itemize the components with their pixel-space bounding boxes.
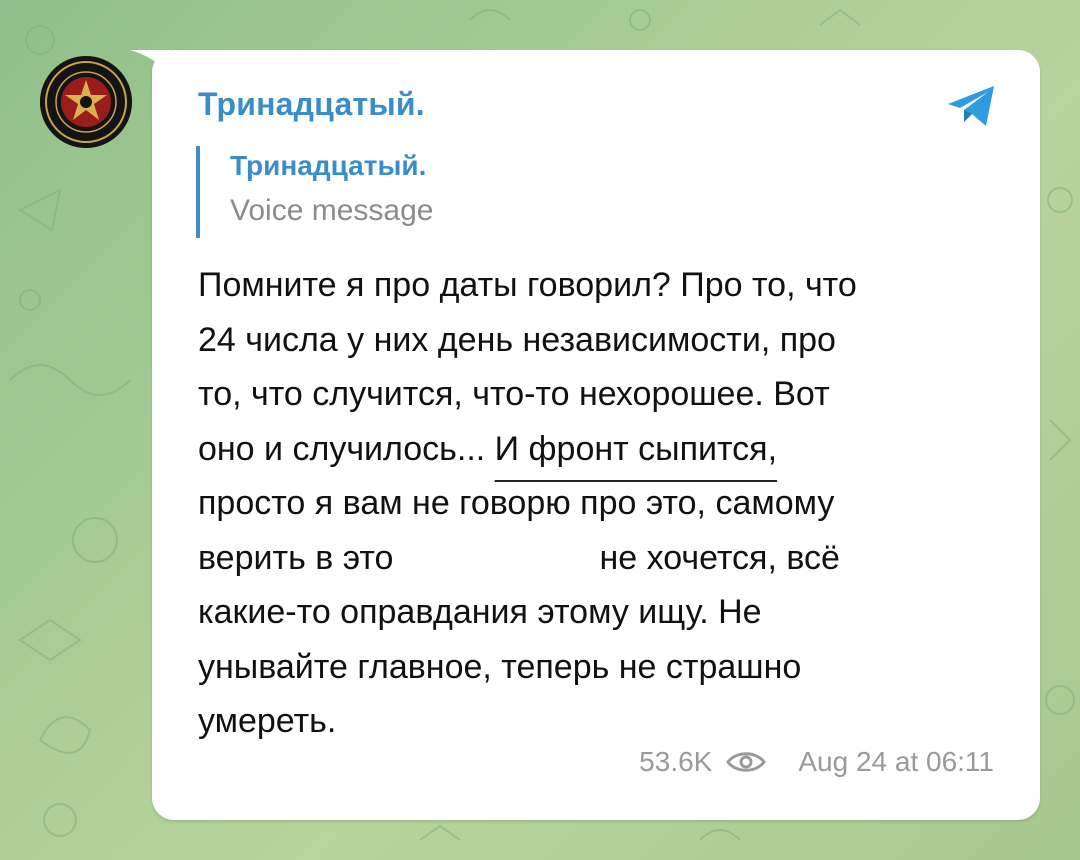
- message-line: унывайте главное, теперь не страшно: [198, 647, 802, 686]
- channel-avatar[interactable]: [40, 56, 132, 148]
- message-line: умереть.: [198, 702, 337, 740]
- underlined-text: И фронт сыпится,: [494, 429, 778, 468]
- message-line: Помните я про даты говорил? Про то, что: [198, 266, 857, 304]
- message-segment: верить в это: [198, 538, 394, 577]
- message-line: какие-то оправдания этому ищу. Не: [198, 593, 762, 631]
- message-line: оно и случилось... И фронт сыпится,: [198, 422, 998, 477]
- channel-emblem-icon: [40, 56, 132, 148]
- message-meta: 53.6K Aug 24 at 06:11: [639, 746, 994, 778]
- message-line: то, что случится, что-то нехорошее. Вот: [198, 375, 830, 413]
- telegram-plane-icon: [948, 86, 994, 126]
- view-count: 53.6K: [639, 746, 713, 777]
- message-line: 24 числа у них день независимости, про: [198, 320, 836, 359]
- message-line: верить в это не хочется, всё: [198, 531, 998, 586]
- message-segment: оно и случилось...: [198, 429, 486, 468]
- message-line: просто я вам не говорю про это, самому: [198, 484, 835, 522]
- reply-author: Тринадцатый.: [230, 150, 427, 181]
- eye-icon: [726, 752, 767, 772]
- message-bubble[interactable]: Тринадцатый. Тринадцатый. Voice message …: [152, 50, 1040, 820]
- timestamp: Aug 24 at 06:11: [798, 746, 994, 777]
- reply-preview-text: Voice message: [230, 194, 434, 227]
- message-segment: не хочется, всё: [599, 538, 840, 577]
- message-text: Помните я про даты говорил? Про то, что …: [198, 258, 998, 749]
- reply-quote[interactable]: Тринадцатый. Voice message: [196, 146, 826, 238]
- channel-name[interactable]: Тринадцатый.: [198, 86, 425, 123]
